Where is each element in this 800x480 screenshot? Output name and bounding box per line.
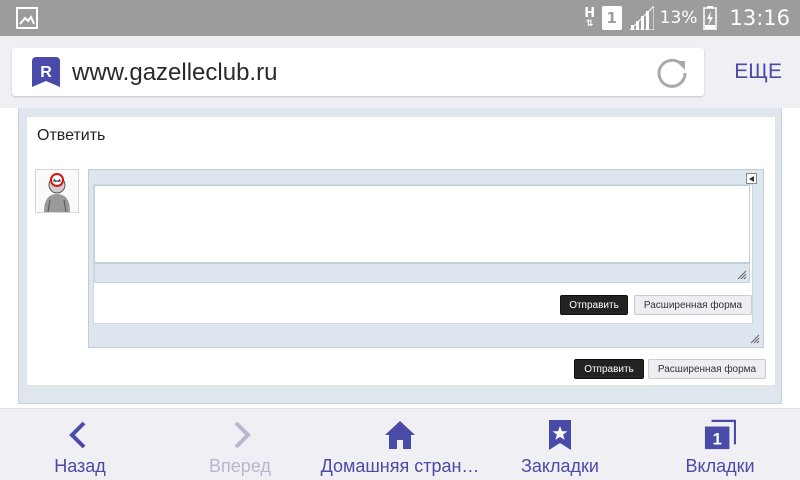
home-icon (385, 421, 415, 449)
bottom-navigation: Назад Вперед Домашняя стран… Закладки 1 … (0, 408, 800, 480)
nav-tabs-label: Вкладки (685, 456, 755, 476)
nav-forward-label: Вперед (209, 456, 271, 476)
address-bar[interactable]: R www.gazelleclub.ru (12, 48, 704, 96)
page-content: Ответить Отправить Расширенная форма Отп… (0, 108, 800, 408)
nav-bookmarks[interactable]: Закладки (500, 409, 620, 480)
svg-text:R: R (40, 64, 52, 81)
nav-bookmarks-label: Закладки (521, 456, 599, 476)
gallery-notification-icon (16, 7, 38, 29)
nav-home[interactable]: Домашняя стран… (310, 409, 490, 480)
editor-statusbar (94, 263, 750, 283)
chevron-left-icon (69, 421, 86, 449)
battery-percent: 13% (659, 8, 698, 28)
nav-back-label: Назад (54, 456, 106, 476)
nav-forward[interactable]: Вперед (180, 409, 300, 480)
signal-icon (628, 6, 654, 30)
outer-resize-grip-icon[interactable] (750, 334, 760, 344)
nav-back[interactable]: Назад (20, 409, 140, 480)
svg-text:1: 1 (712, 429, 721, 448)
submit-button[interactable]: Отправить (574, 359, 644, 379)
resize-grip-icon[interactable] (737, 270, 747, 280)
chevron-right-icon (234, 421, 251, 449)
status-bar: H ⇅ 1 13% 13:16 (0, 0, 800, 36)
browser-logo-icon: R (32, 57, 60, 87)
inner-advanced-form-button[interactable]: Расширенная форма (634, 295, 752, 315)
avatar-image-icon (36, 170, 78, 213)
network-type-indicator: H ⇅ (584, 5, 596, 29)
browser-toolbar: R www.gazelleclub.ru ЕЩЕ (0, 36, 800, 108)
user-avatar (35, 169, 79, 213)
reply-title: Ответить (37, 127, 106, 144)
url-text[interactable]: www.gazelleclub.ru (72, 59, 277, 87)
collapse-editor-button[interactable] (746, 173, 757, 184)
sim-indicator: 1 (601, 6, 622, 30)
bookmark-star-icon (549, 420, 571, 450)
reply-card: Ответить Отправить Расширенная форма Отп… (26, 116, 776, 386)
nav-home-label: Домашняя стран… (320, 456, 480, 476)
tabs-icon: 1 (704, 419, 736, 450)
inner-submit-button[interactable]: Отправить (560, 295, 628, 315)
quick-reply-form: Отправить Расширенная форма (93, 184, 753, 324)
battery-charging-icon (703, 6, 718, 30)
nav-tabs[interactable]: 1 Вкладки (660, 409, 780, 480)
more-menu-button[interactable]: ЕЩЕ (734, 60, 782, 84)
advanced-form-button[interactable]: Расширенная форма (648, 359, 766, 379)
clock: 13:16 (729, 6, 790, 30)
reload-icon[interactable] (654, 55, 690, 91)
editor-container: Отправить Расширенная форма (88, 169, 764, 348)
message-textarea[interactable] (94, 185, 750, 263)
